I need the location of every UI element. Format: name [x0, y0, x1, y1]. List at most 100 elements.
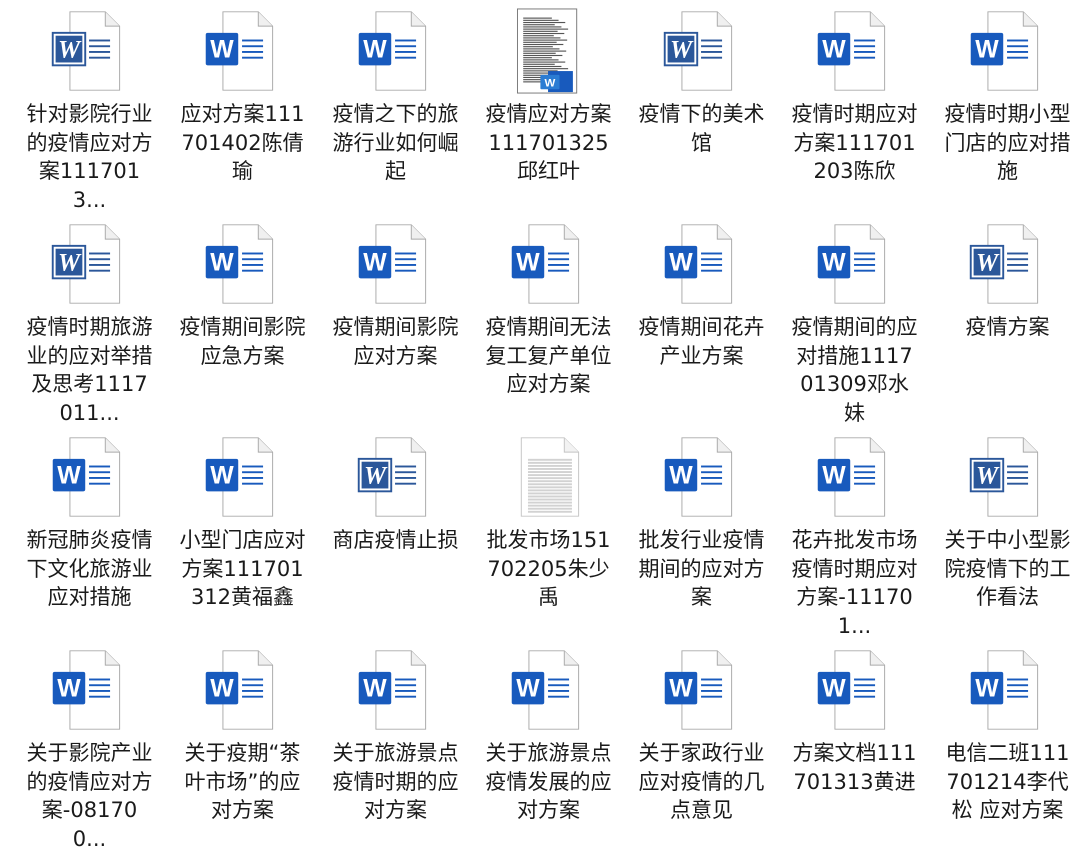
- file-name-label: 关于中小型影院疫情下的工作看法: [944, 528, 1071, 609]
- file-item[interactable]: W 疫情时期应对方案111701203陈欣: [778, 0, 931, 213]
- text-document-icon: [504, 426, 594, 520]
- file-name-label: 关于旅游景点疫情发展的应对方案: [485, 741, 612, 822]
- file-item[interactable]: W 方案文档111701313黄进: [778, 639, 931, 857]
- file-item[interactable]: W 关于家政行业应对疫情的几点意见: [625, 639, 778, 857]
- file-item[interactable]: W 疫情下的美术馆: [625, 0, 778, 213]
- file-item[interactable]: W 关于旅游景点疫情发展的应对方案: [472, 639, 625, 857]
- file-name-label: 关于旅游景点疫情时期的应对方案: [332, 741, 459, 822]
- word-thumbnail-icon: W: [504, 0, 594, 94]
- file-name-label: 关于影院产业的疫情应对方案-081700...: [26, 741, 153, 851]
- file-name-label: 应对方案111701402陈倩瑜: [180, 102, 305, 183]
- file-name-label: 针对影院行业的疫情应对方案1117013...: [26, 102, 153, 212]
- word-icon: W: [351, 639, 441, 733]
- word-icon: W: [504, 213, 594, 307]
- file-name-label: 小型门店应对方案111701312黄福鑫: [179, 528, 306, 609]
- word-icon: W: [810, 213, 900, 307]
- file-item[interactable]: W 花卉批发市场疫情时期应对方案-111701...: [778, 426, 931, 639]
- file-name-label: 新冠肺炎疫情下文化旅游业应对措施: [26, 528, 153, 609]
- svg-text:W: W: [822, 250, 846, 277]
- svg-text:W: W: [975, 250, 999, 277]
- svg-text:W: W: [822, 37, 846, 64]
- word-icon: W: [198, 0, 288, 94]
- word-icon: W: [45, 639, 135, 733]
- word-classic-icon: W: [657, 0, 747, 94]
- file-item[interactable]: W 关于中小型影院疫情下的工作看法: [931, 426, 1080, 639]
- file-item[interactable]: W 关于影院产业的疫情应对方案-081700...: [13, 639, 166, 857]
- file-name-label: 电信二班111701214李代松 应对方案: [945, 741, 1070, 822]
- file-name-label: 花卉批发市场疫情时期应对方案-111701...: [791, 528, 918, 638]
- file-item[interactable]: W 疫情期间的应对措施111701309邓水妹: [778, 213, 931, 426]
- word-icon: W: [198, 426, 288, 520]
- file-item[interactable]: W 疫情期间无法复工复产单位应对方案: [472, 213, 625, 426]
- file-name-label: 疫情方案: [965, 315, 1050, 339]
- file-item[interactable]: W 疫情方案: [931, 213, 1080, 426]
- svg-text:W: W: [57, 676, 81, 703]
- file-name-label: 关于家政行业应对疫情的几点意见: [638, 741, 765, 822]
- file-name-label: 商店疫情止损: [332, 528, 459, 552]
- file-name-label: 疫情时期应对方案111701203陈欣: [791, 102, 918, 183]
- word-icon: W: [963, 0, 1053, 94]
- word-icon: W: [810, 639, 900, 733]
- word-classic-icon: W: [45, 213, 135, 307]
- file-item[interactable]: W 疫情期间花卉产业方案: [625, 213, 778, 426]
- svg-text:W: W: [210, 676, 234, 703]
- file-name-label: 疫情下的美术馆: [638, 102, 765, 155]
- svg-text:W: W: [669, 250, 693, 277]
- svg-text:W: W: [57, 463, 81, 490]
- svg-text:W: W: [516, 676, 540, 703]
- file-item[interactable]: W 疫情之下的旅游行业如何崛起: [319, 0, 472, 213]
- svg-text:W: W: [975, 676, 999, 703]
- svg-text:W: W: [210, 463, 234, 490]
- file-item[interactable]: W 应对方案111701402陈倩瑜: [166, 0, 319, 213]
- file-name-label: 疫情期间无法复工复产单位应对方案: [485, 315, 612, 396]
- file-item[interactable]: W 疫情时期旅游业的应对举措及思考1117011...: [13, 213, 166, 426]
- word-icon: W: [657, 639, 747, 733]
- svg-text:W: W: [975, 463, 999, 490]
- file-item[interactable]: W 疫情期间影院应急方案: [166, 213, 319, 426]
- svg-text:W: W: [363, 676, 387, 703]
- word-icon: W: [810, 426, 900, 520]
- file-grid: W 针对影院行业的疫情应对方案1117013... W 应对方案111701402陈倩…: [13, 0, 1080, 857]
- file-item[interactable]: W 商店疫情止损: [319, 426, 472, 639]
- file-name-label: 方案文档111701313黄进: [792, 741, 917, 794]
- word-icon: W: [351, 213, 441, 307]
- word-classic-icon: W: [351, 426, 441, 520]
- svg-text:W: W: [516, 250, 540, 277]
- file-item[interactable]: W 电信二班111701214李代松 应对方案: [931, 639, 1080, 857]
- file-name-label: 疫情期间影院应急方案: [179, 315, 306, 368]
- file-item[interactable]: W 针对影院行业的疫情应对方案1117013...: [13, 0, 166, 213]
- word-icon: W: [657, 426, 747, 520]
- file-item[interactable]: W 关于疫期“茶叶市场”的应对方案: [166, 639, 319, 857]
- word-icon: W: [198, 213, 288, 307]
- word-classic-icon: W: [963, 213, 1053, 307]
- file-name-label: 批发行业疫情期间的应对方案: [638, 528, 765, 609]
- file-name-label: 疫情时期旅游业的应对举措及思考1117011...: [26, 315, 153, 425]
- file-item[interactable]: W 新冠肺炎疫情下文化旅游业应对措施: [13, 426, 166, 639]
- svg-text:W: W: [669, 463, 693, 490]
- word-icon: W: [198, 639, 288, 733]
- svg-text:W: W: [57, 37, 81, 64]
- svg-text:W: W: [669, 37, 693, 64]
- word-icon: W: [45, 426, 135, 520]
- svg-text:W: W: [544, 77, 555, 89]
- file-name-label: 疫情期间的应对措施111701309邓水妹: [791, 315, 918, 425]
- svg-text:W: W: [57, 250, 81, 277]
- file-item[interactable]: W 批发行业疫情期间的应对方案: [625, 426, 778, 639]
- file-name-label: 疫情之下的旅游行业如何崛起: [332, 102, 459, 183]
- file-item[interactable]: W 关于旅游景点疫情时期的应对方案: [319, 639, 472, 857]
- word-icon: W: [504, 639, 594, 733]
- svg-text:W: W: [363, 250, 387, 277]
- svg-text:W: W: [822, 463, 846, 490]
- svg-text:W: W: [669, 676, 693, 703]
- svg-text:W: W: [363, 37, 387, 64]
- word-icon: W: [963, 639, 1053, 733]
- file-item[interactable]: W 疫情时期小型门店的应对措施: [931, 0, 1080, 213]
- file-item[interactable]: W 疫情期间影院应对方案: [319, 213, 472, 426]
- file-item[interactable]: W 疫情应对方案111701325 邱红叶: [472, 0, 625, 213]
- word-classic-icon: W: [963, 426, 1053, 520]
- svg-text:W: W: [822, 676, 846, 703]
- file-item[interactable]: 批发市场151702205朱少禹: [472, 426, 625, 639]
- file-name-label: 疫情应对方案111701325 邱红叶: [485, 102, 612, 183]
- file-item[interactable]: W 小型门店应对方案111701312黄福鑫: [166, 426, 319, 639]
- file-name-label: 疫情时期小型门店的应对措施: [944, 102, 1071, 183]
